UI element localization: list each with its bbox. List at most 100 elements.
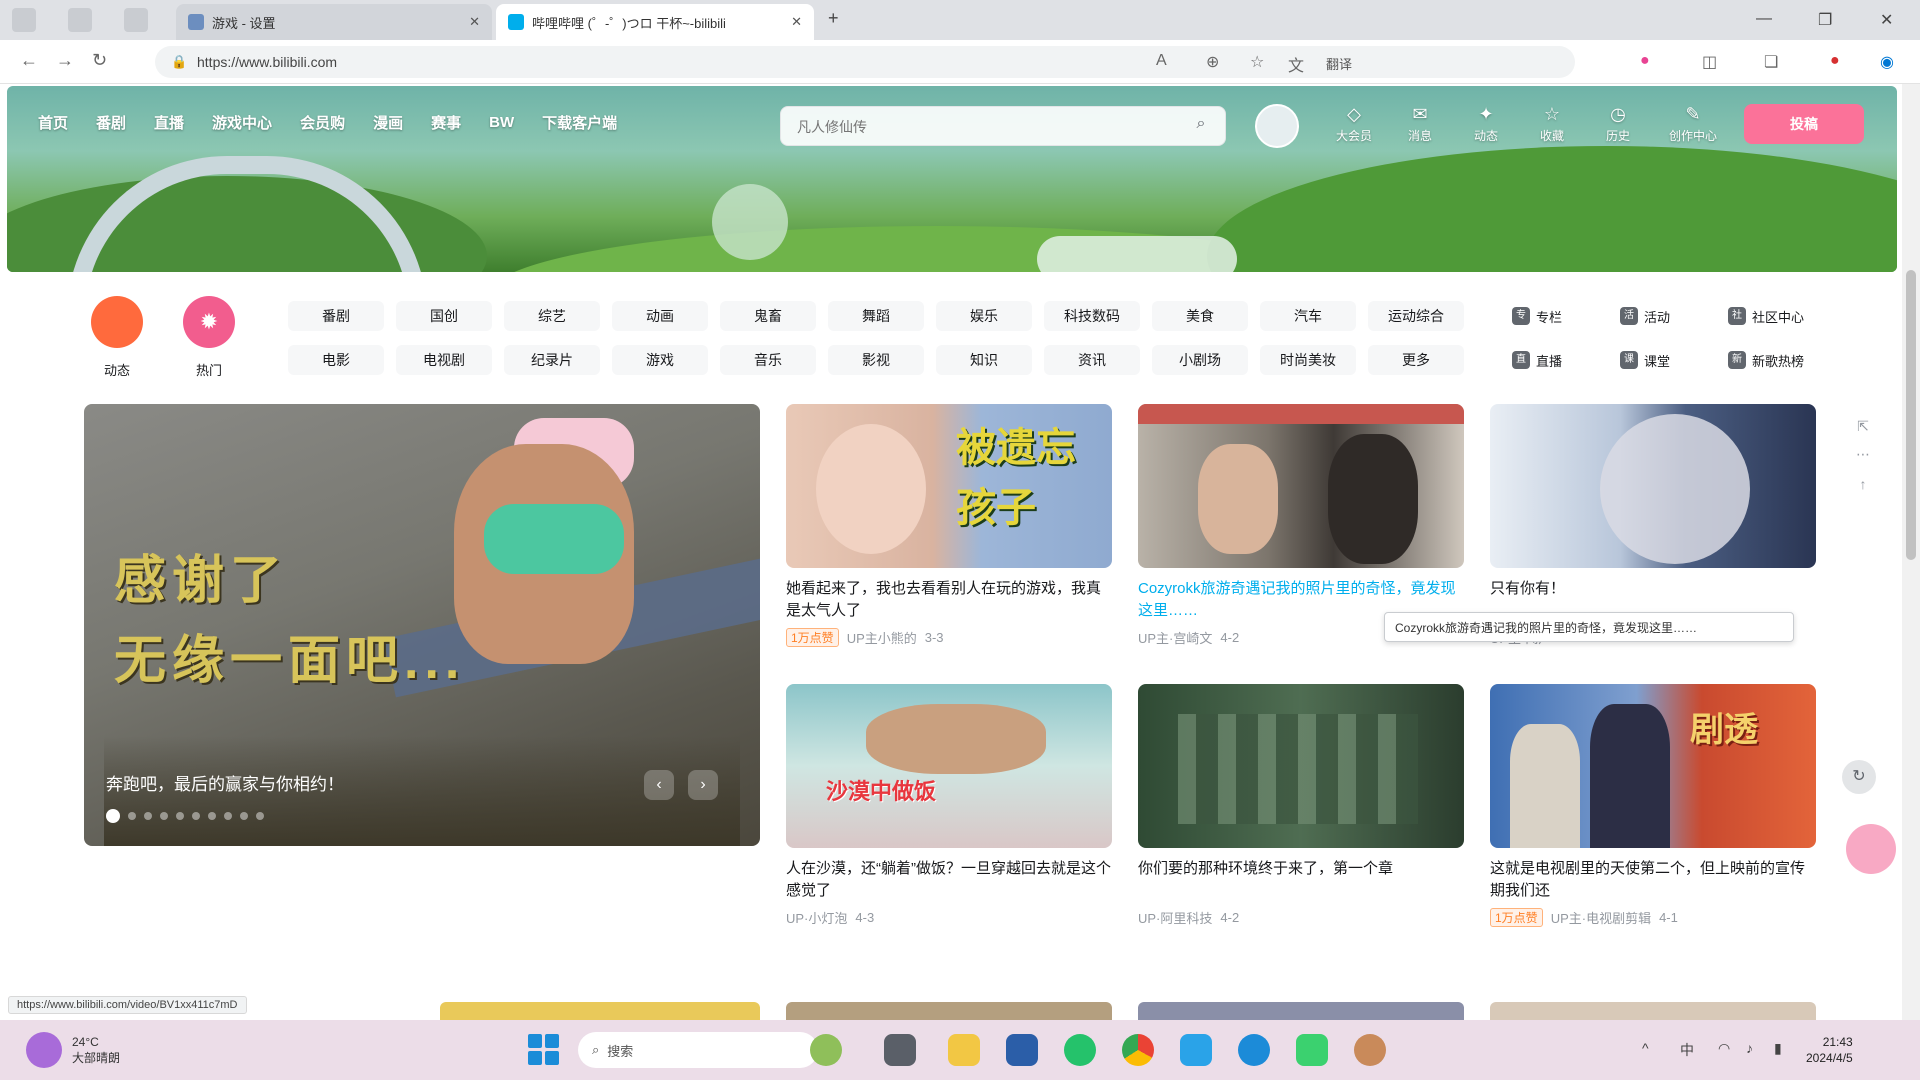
- video-author[interactable]: UP主·电视剧剪辑: [1551, 908, 1651, 927]
- next-row-thumbnail[interactable]: [440, 1002, 760, 1020]
- upload-button[interactable]: 投稿: [1744, 104, 1864, 144]
- wechat-icon[interactable]: [1064, 1034, 1096, 1066]
- wifi-icon[interactable]: ◠: [1718, 1040, 1730, 1057]
- workspaces-button[interactable]: [68, 8, 92, 32]
- carousel-dot[interactable]: [128, 812, 136, 820]
- channel-item[interactable]: 知识: [936, 345, 1032, 375]
- carousel-next-icon[interactable]: ›: [688, 770, 718, 800]
- translate-label[interactable]: 翻译: [1326, 54, 1352, 73]
- file-explorer-icon[interactable]: [948, 1034, 980, 1066]
- channel-item[interactable]: 资讯: [1044, 345, 1140, 375]
- store-icon[interactable]: [1006, 1034, 1038, 1066]
- channel-item[interactable]: 电影: [288, 345, 384, 375]
- video-thumbnail[interactable]: 剧透: [1490, 684, 1816, 848]
- video-thumbnail[interactable]: [1490, 404, 1816, 568]
- channel-item[interactable]: 汽车: [1260, 301, 1356, 331]
- tab-actions-button[interactable]: [12, 8, 36, 32]
- nav-manga[interactable]: 漫画: [373, 112, 403, 133]
- channel-item[interactable]: 科技数码: [1044, 301, 1140, 331]
- carousel-dot[interactable]: [176, 812, 184, 820]
- top-icon-favorites[interactable]: ☆ 收藏: [1532, 104, 1572, 144]
- channel-item[interactable]: 综艺: [504, 301, 600, 331]
- tab-close-icon[interactable]: ✕: [469, 14, 480, 30]
- side-link[interactable]: 新新歌热榜: [1728, 345, 1838, 375]
- channel-more-button[interactable]: 更多: [1368, 345, 1464, 375]
- side-link[interactable]: 专专栏: [1512, 301, 1608, 331]
- tab-close-icon[interactable]: ✕: [791, 14, 802, 30]
- url-field[interactable]: 🔒 https://www.bilibili.com: [155, 46, 1575, 78]
- channel-item[interactable]: 游戏: [612, 345, 708, 375]
- top-icon-creator[interactable]: ✎ 创作中心: [1664, 104, 1722, 144]
- app-icon[interactable]: [1354, 1034, 1386, 1066]
- dynamic-entry[interactable]: [86, 296, 148, 350]
- carousel-dot[interactable]: [192, 812, 200, 820]
- channel-item[interactable]: 电视剧: [396, 345, 492, 375]
- carousel-prev-icon[interactable]: ‹: [644, 770, 674, 800]
- video-thumbnail[interactable]: 被遗忘 孩子: [786, 404, 1112, 568]
- clock[interactable]: 21:43 2024/4/5: [1806, 1034, 1853, 1066]
- channel-item[interactable]: 鬼畜: [720, 301, 816, 331]
- tab-inactive[interactable]: 游戏 - 设置 ✕: [176, 4, 492, 40]
- next-row-thumbnail[interactable]: [1490, 1002, 1816, 1020]
- zoom-icon[interactable]: ⊕: [1206, 52, 1219, 72]
- avatar[interactable]: [1255, 104, 1299, 148]
- close-window-icon[interactable]: ✕: [1880, 10, 1893, 30]
- collections-icon[interactable]: ❏: [1764, 52, 1778, 72]
- video-title[interactable]: 这就是电视剧里的天使第二个，但上映前的宣传期我们还: [1490, 858, 1816, 902]
- video-author[interactable]: UP·小灯泡: [786, 908, 847, 927]
- video-title[interactable]: 人在沙漠，还“躺着”做饭？一旦穿越回去就是这个感觉了: [786, 858, 1112, 902]
- profile-icon[interactable]: ●: [1830, 52, 1840, 70]
- app-icon[interactable]: [1296, 1034, 1328, 1066]
- channel-item[interactable]: 国创: [396, 301, 492, 331]
- edge-icon[interactable]: [1238, 1034, 1270, 1066]
- top-icon-dynamic[interactable]: ✦ 动态: [1466, 104, 1506, 144]
- tab-active[interactable]: 哔哩哔哩 (゜-゜)つロ 干杯~-bilibili ✕: [496, 4, 814, 40]
- video-title[interactable]: 她看起来了，我也去看看别人在玩的游戏，我真是太气人了: [786, 578, 1112, 622]
- video-thumbnail[interactable]: [1138, 404, 1464, 568]
- video-author[interactable]: UP主·宫崎文: [1138, 628, 1212, 647]
- video-card[interactable]: 沙漠中做饭 人在沙漠，还“躺着”做饭？一旦穿越回去就是这个感觉了 UP·小灯泡 4…: [786, 684, 1112, 927]
- carousel-dot[interactable]: [224, 812, 232, 820]
- video-author[interactable]: UP·阿里科技: [1138, 908, 1212, 927]
- next-row-thumbnail[interactable]: [786, 1002, 1112, 1020]
- featured-carousel[interactable]: 感谢了 无缘一面吧... 奔跑吧，最后的赢家与你相约！ ‹ ›: [84, 404, 760, 846]
- nav-download[interactable]: 下载客户端: [542, 112, 617, 133]
- task-view-icon[interactable]: [884, 1034, 916, 1066]
- favorite-icon[interactable]: ☆: [1250, 52, 1264, 72]
- video-thumbnail[interactable]: 沙漠中做饭: [786, 684, 1112, 848]
- extension-icon[interactable]: ●: [1640, 52, 1650, 70]
- top-icon-messages[interactable]: ✉ 消息: [1400, 104, 1440, 144]
- video-card[interactable]: Cozyrokk旅游奇遇记我的照片里的奇怪，竟发现这里…… UP主·宫崎文 4-2: [1138, 404, 1464, 647]
- channel-item[interactable]: 音乐: [720, 345, 816, 375]
- video-card[interactable]: 你们要的那种环境终于来了，第一个章 UP·阿里科技 4-2: [1138, 684, 1464, 927]
- search-icon[interactable]: ⌕: [1189, 115, 1213, 139]
- scrollbar-thumb[interactable]: [1906, 270, 1916, 560]
- channel-item[interactable]: 运动综合: [1368, 301, 1464, 331]
- side-link[interactable]: 课课堂: [1620, 345, 1716, 375]
- video-thumbnail[interactable]: [1138, 684, 1464, 848]
- nav-shop[interactable]: 会员购: [300, 112, 345, 133]
- nav-bw[interactable]: BW: [489, 114, 514, 131]
- refresh-feed-icon[interactable]: ↻: [1842, 760, 1876, 794]
- top-icon-vip[interactable]: ◇ 大会员: [1334, 104, 1374, 144]
- refresh-icon[interactable]: ↻: [92, 50, 107, 71]
- vscode-icon[interactable]: [1180, 1034, 1212, 1066]
- nav-esports[interactable]: 赛事: [431, 112, 461, 133]
- side-tool-icon[interactable]: ↑: [1850, 476, 1876, 492]
- maximize-icon[interactable]: ❐: [1818, 10, 1832, 30]
- start-button[interactable]: [528, 1034, 560, 1066]
- chrome-icon[interactable]: [1122, 1034, 1154, 1066]
- split-screen-icon[interactable]: ◫: [1702, 52, 1717, 72]
- hot-entry[interactable]: ✹: [178, 296, 240, 350]
- new-tab-button[interactable]: +: [828, 8, 839, 29]
- floating-assistant-icon[interactable]: [1846, 824, 1896, 874]
- translate-icon[interactable]: 文: [1288, 52, 1304, 76]
- nav-anime[interactable]: 番剧: [96, 112, 126, 133]
- channel-item[interactable]: 时尚美妆: [1260, 345, 1356, 375]
- taskbar-search[interactable]: ⌕ 搜索: [578, 1032, 818, 1068]
- side-link[interactable]: 直直播: [1512, 345, 1608, 375]
- carousel-dot[interactable]: [106, 809, 120, 823]
- side-tool-icon[interactable]: ⋯: [1850, 446, 1876, 463]
- nav-game-center[interactable]: 游戏中心: [212, 112, 272, 133]
- channel-item[interactable]: 动画: [612, 301, 708, 331]
